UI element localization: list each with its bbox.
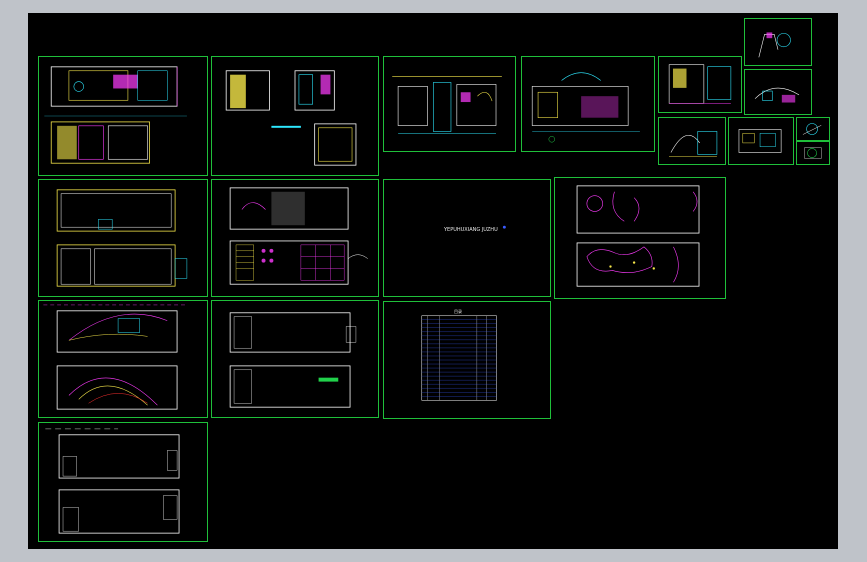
cover-title: YEPUHUXIANG JUZHU [444,227,498,233]
detail-5-drawing [738,129,782,153]
detail-6-drawing [802,123,822,135]
sheet-detail-2[interactable] [744,18,812,66]
sheet-plumbing-plan[interactable] [211,300,379,418]
section-plan-drawing [45,428,180,534]
sheet-ceiling-plan[interactable] [211,179,379,297]
plumbing-plan-drawing [229,312,357,408]
floor-plan-3-drawing [56,189,188,287]
sheet-detail-7[interactable] [796,141,830,165]
drawing-canvas[interactable]: YEPUHUXIANG JUZHU 目录 [28,13,838,549]
lighting-plan-drawing [576,185,700,287]
ceiling-plan-drawing [229,187,368,285]
sheet-detail-6[interactable] [796,117,830,141]
detail-1-drawing [668,64,732,104]
sheet-cover[interactable]: YEPUHUXIANG JUZHU [383,179,551,297]
sheet-floor-plan-2[interactable] [211,56,379,176]
sheet-elevation-1[interactable] [383,56,516,152]
elevation-1-drawing [392,76,502,134]
power-plan-drawing [43,304,187,410]
sheet-floor-plan-3[interactable] [38,179,208,297]
sheet-detail-1[interactable] [658,56,742,113]
elevation-2-drawing [531,72,640,143]
floor-plan-2-drawing [225,70,357,166]
detail-2-drawing [758,32,791,58]
detail-7-drawing [804,147,822,159]
sheet-drawing-schedule[interactable]: 目录 [383,301,551,419]
sheet-detail-4[interactable] [658,117,726,165]
sheet-elevation-2[interactable] [521,56,655,152]
schedule-table [421,315,497,401]
cover-mark [502,225,506,229]
detail-3-drawing [754,87,800,103]
detail-4-drawing [669,131,718,157]
sheet-power-plan[interactable] [38,300,208,418]
sheet-lighting-plan[interactable] [554,177,726,299]
sheet-section-plan[interactable] [38,422,208,542]
sheet-detail-5[interactable] [728,117,794,165]
sheet-floor-plan-1[interactable] [38,56,208,176]
floor-plan-1-drawing [44,66,187,164]
sheet-detail-3[interactable] [744,69,812,115]
